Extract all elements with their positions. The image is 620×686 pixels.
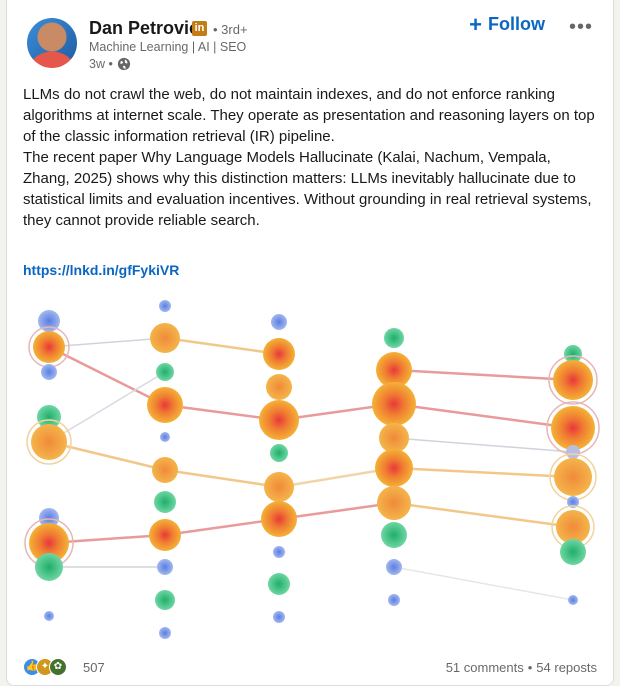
post-time: 3w • bbox=[89, 57, 113, 71]
post-text: LLMs do not crawl the web, do not mainta… bbox=[23, 84, 601, 231]
follow-label: Follow bbox=[488, 14, 545, 34]
stats-separator: • bbox=[527, 660, 533, 675]
author-headline: Machine Learning | AI | SEO bbox=[89, 40, 247, 54]
post-image[interactable] bbox=[7, 290, 613, 650]
reaction-icons[interactable]: 👍 ✦ ✿ bbox=[23, 658, 67, 676]
graph-column bbox=[147, 300, 183, 639]
plus-icon: + bbox=[469, 11, 482, 37]
more-options-button[interactable]: ••• bbox=[569, 16, 593, 39]
network-graph-illustration bbox=[24, 300, 600, 639]
post-link[interactable]: https://lnkd.in/gfFykiVR bbox=[23, 262, 179, 278]
follow-button[interactable]: + Follow bbox=[469, 11, 545, 37]
post-paragraph: The recent paper Why Language Models Hal… bbox=[23, 149, 592, 229]
author-avatar[interactable] bbox=[27, 18, 77, 68]
post-card: Dan Petrovic in • 3rd+ Machine Learning … bbox=[6, 0, 614, 686]
ellipsis-icon: ••• bbox=[568, 16, 593, 38]
graph-column bbox=[259, 314, 299, 623]
comments-count[interactable]: 51 comments bbox=[446, 660, 524, 675]
insightful-icon: ✿ bbox=[49, 658, 67, 676]
graph-column bbox=[24, 310, 74, 621]
author-name[interactable]: Dan Petrovic bbox=[89, 18, 199, 39]
globe-icon bbox=[117, 57, 130, 71]
post-paragraph: LLMs do not crawl the web, do not mainta… bbox=[23, 86, 595, 145]
reaction-count[interactable]: 507 bbox=[83, 660, 105, 675]
connection-degree: • 3rd+ bbox=[213, 22, 248, 37]
post-meta: 3w • bbox=[89, 57, 131, 71]
graph-column bbox=[546, 345, 600, 605]
reposts-count[interactable]: 54 reposts bbox=[536, 660, 597, 675]
engagement-stats: 51 comments • 54 reposts bbox=[446, 660, 597, 675]
graph-column bbox=[372, 328, 416, 606]
graph-edges bbox=[48, 336, 574, 601]
linkedin-premium-icon: in bbox=[192, 21, 207, 36]
post-header: Dan Petrovic in • 3rd+ Machine Learning … bbox=[23, 12, 601, 78]
social-bar: 👍 ✦ ✿ 507 51 comments • 54 reposts bbox=[23, 656, 597, 678]
